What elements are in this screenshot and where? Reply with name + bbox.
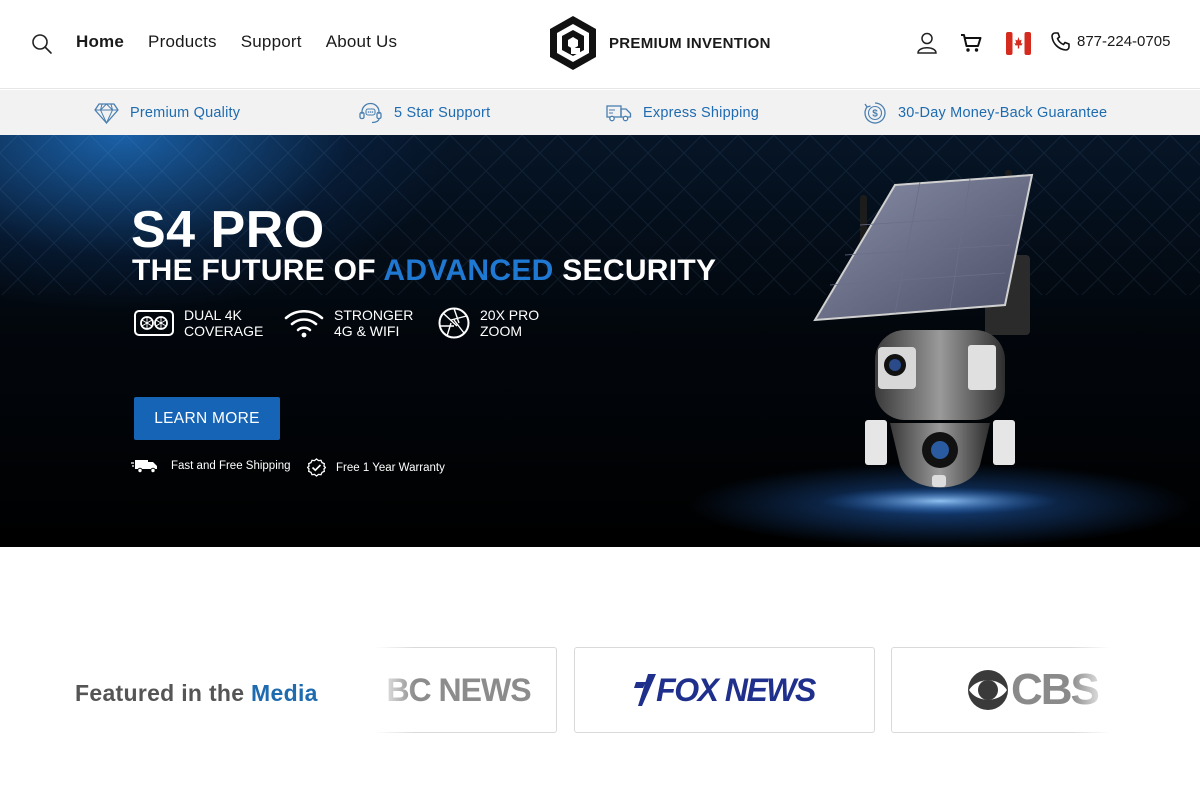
media-carousel[interactable]: BC NEWS FOX NEWS CBS [375,647,1111,734]
nbc-news-logo: BC NEWS [386,671,531,708]
logo-text: PREMIUM INVENTION [609,34,771,52]
hero-subtitle-pre: THE FUTURE OF [132,254,384,287]
truck-icon [606,104,632,121]
nav-about-us[interactable]: About Us [326,32,398,52]
media-title-accent: Media [251,680,318,706]
nav-products[interactable]: Products [148,32,217,52]
hero-subtitle-post: SECURITY [553,254,717,287]
phone-number: 877-224-0705 [1077,33,1171,50]
media-title: Featured in the Media [75,680,318,707]
hero-subtitle: THE FUTURE OF ADVANCED SECURITY [132,253,716,289]
wifi-icon [284,309,324,338]
cart-icon[interactable] [959,31,983,55]
perk-label: Free 1 Year Warranty [336,461,445,474]
hero-banner: S4 PRO THE FUTURE OF ADVANCED SECURITY D… [0,135,1200,547]
perk-label: Fast and Free Shipping [171,460,291,472]
logo-mark-icon [550,16,596,70]
phone-icon [1051,32,1070,51]
media-title-pre: Featured in the [75,680,252,706]
diamond-icon [94,102,119,124]
s4-pro-camera-image [813,170,1060,515]
headset-icon [359,102,382,123]
canada-flag-icon[interactable] [1005,31,1031,55]
phone-link[interactable]: 877-224-0705 [1050,31,1170,52]
benefit-premium-quality: Premium Quality [94,90,240,135]
site-header: Home Products Support About Us PREMIUM I… [0,0,1200,89]
feature-text: 20X PRO ZOOM [480,307,570,339]
nav-support[interactable]: Support [241,32,302,52]
benefit-label: 5 Star Support [394,104,491,121]
aperture-icon [438,307,470,339]
feature-line1: 20X PRO [480,307,540,323]
feature-text: STRONGER 4G & WIFI [334,307,424,339]
media-card-fox-news[interactable]: FOX NEWS [574,647,875,733]
cbs-logo: CBS [1011,665,1100,714]
brand-logo[interactable]: PREMIUM INVENTION [547,14,771,72]
dual-lens-icon [134,310,174,336]
hero-title: S4 PRO [131,201,325,259]
media-card-nbc-news[interactable]: BC NEWS [375,647,557,733]
benefits-bar: Premium Quality 5 Star Support Express S… [0,90,1200,135]
truck-icon [131,460,157,474]
feature-20x-zoom: 20X PRO ZOOM [438,307,570,339]
benefit-label: Premium Quality [130,104,241,121]
benefit-5-star-support: 5 Star Support [358,90,490,135]
hero-subtitle-accent: ADVANCED [383,254,554,287]
main-nav: Home Products Support About Us [76,32,397,52]
media-card-cbs[interactable]: CBS [891,647,1111,733]
money-back-icon: $ [864,101,886,124]
benefit-money-back: $ 30-Day Money-Back Guarantee [863,90,1107,135]
learn-more-button[interactable]: LEARN MORE [134,397,280,440]
feature-line2: ZOOM [480,323,522,339]
perk-free-shipping: Fast and Free Shipping [131,458,291,474]
svg-text:$: $ [872,108,878,119]
fox-news-logo: FOX NEWS [656,671,816,708]
search-icon[interactable] [30,32,54,56]
feature-4g-wifi: STRONGER 4G & WIFI [284,307,424,339]
benefit-express-shipping: Express Shipping [606,90,759,135]
nav-home[interactable]: Home [76,32,124,52]
feature-line1: DUAL 4K [184,307,242,323]
feature-line1: STRONGER [334,307,414,323]
feature-line2: 4G & WIFI [334,323,400,339]
cbs-eye-icon [968,670,1008,710]
feature-dual-4k: DUAL 4K COVERAGE [134,307,274,339]
benefit-label: 30-Day Money-Back Guarantee [898,104,1108,121]
feature-text: DUAL 4K COVERAGE [184,307,274,339]
benefit-label: Express Shipping [643,104,760,121]
perk-warranty: Free 1 Year Warranty [307,458,445,477]
feature-line2: COVERAGE [184,323,264,339]
account-icon[interactable] [916,31,938,55]
check-badge-icon [307,458,326,477]
